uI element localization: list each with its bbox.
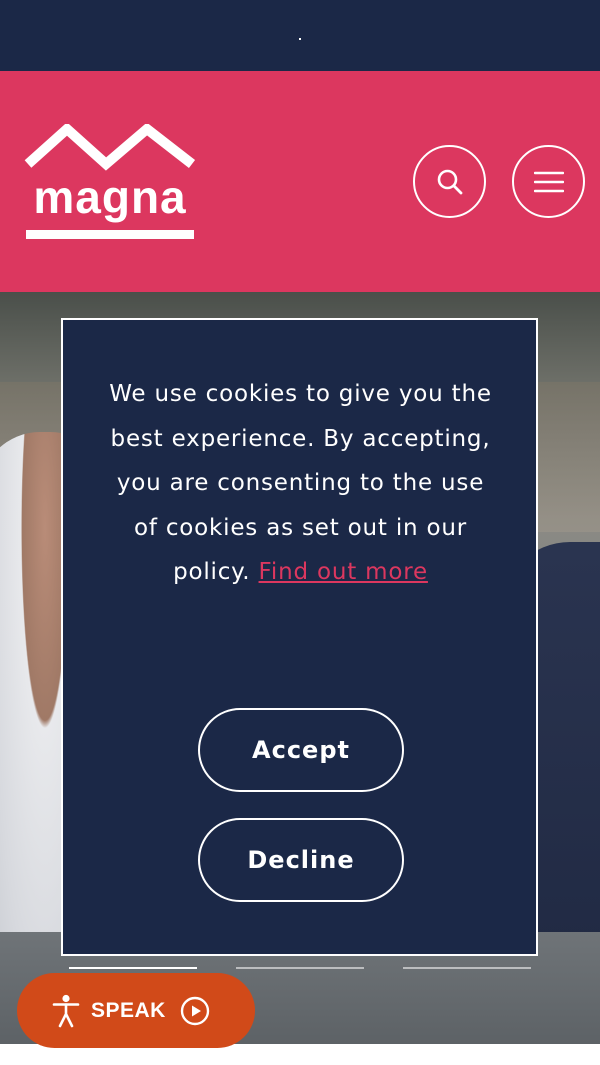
accept-button[interactable]: Accept <box>198 708 404 792</box>
hamburger-menu-icon <box>533 170 564 194</box>
cookie-consent-dialog: We use cookies to give you the best expe… <box>61 318 538 956</box>
menu-button[interactable] <box>512 145 585 218</box>
slide-indicator-1[interactable] <box>69 967 197 969</box>
play-icon <box>180 996 210 1026</box>
accessibility-icon <box>51 994 81 1028</box>
find-out-more-link[interactable]: Find out more <box>259 559 428 585</box>
top-bar <box>0 0 600 71</box>
speak-label: SPEAK <box>91 998 166 1022</box>
slide-indicator-2[interactable] <box>236 967 364 969</box>
search-icon <box>435 167 465 197</box>
logo-text: magna <box>33 171 186 223</box>
slide-indicator-3[interactable] <box>403 967 531 969</box>
cookie-message: We use cookies to give you the best expe… <box>103 372 498 595</box>
cookie-message-text: We use cookies to give you the best expe… <box>109 381 492 585</box>
decline-button[interactable]: Decline <box>198 818 404 902</box>
logo-mark: magna <box>24 124 196 239</box>
magna-logo[interactable]: magna <box>24 124 196 242</box>
search-button[interactable] <box>413 145 486 218</box>
top-bar-dot <box>299 38 301 40</box>
speak-button[interactable]: SPEAK <box>17 973 255 1048</box>
